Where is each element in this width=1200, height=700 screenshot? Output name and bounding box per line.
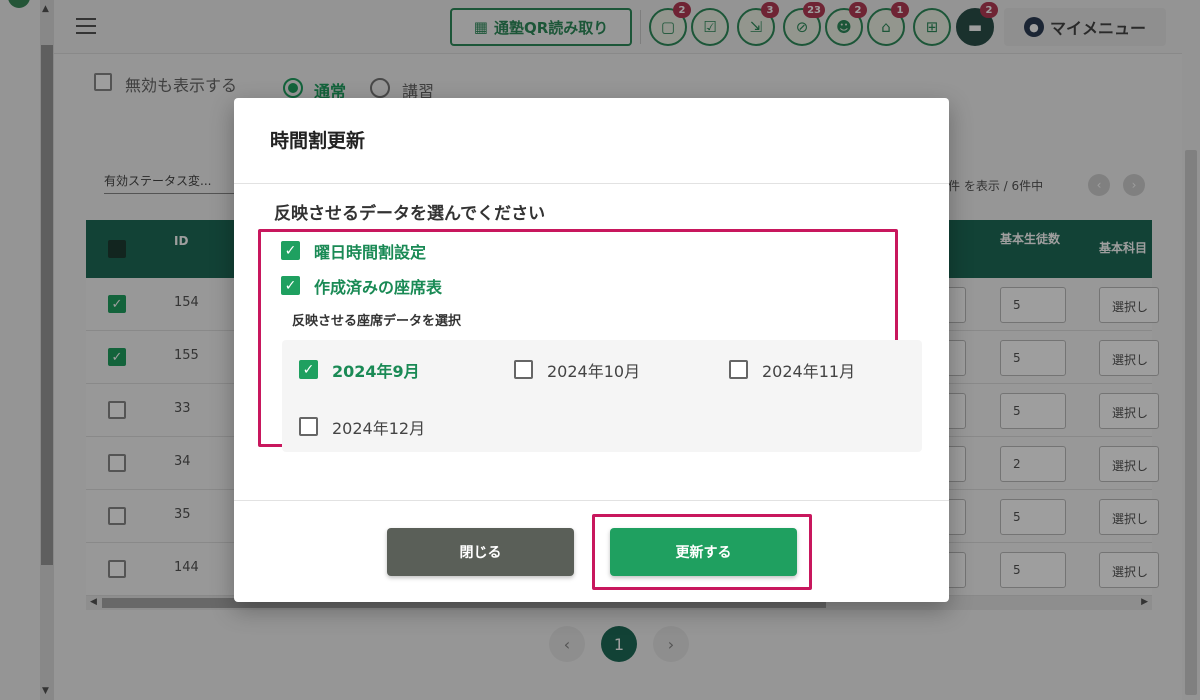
month-label-2024-11: 2024年11月: [762, 362, 856, 381]
month-checkbox-2024-12[interactable]: [299, 417, 318, 436]
weekly-timetable-label: 曜日時間割設定: [314, 243, 427, 262]
seat-data-select-label: 反映させる座席データを選択: [292, 314, 462, 329]
dialog-subtitle: 反映させるデータを選んでください: [274, 204, 546, 224]
month-selection-panel: ✓ 2024年9月 2024年10月 2024年11月 2024年12月: [282, 340, 922, 452]
seating-chart-checkbox[interactable]: ✓: [281, 276, 300, 295]
month-label-2024-10: 2024年10月: [547, 362, 641, 381]
month-label-2024-12: 2024年12月: [332, 419, 426, 438]
timetable-update-dialog: 時間割更新 反映させるデータを選んでください ✓ 曜日時間割設定 ✓ 作成済みの…: [234, 98, 949, 602]
seating-chart-label: 作成済みの座席表: [314, 278, 443, 297]
dialog-header-divider: [234, 183, 949, 184]
month-checkbox-2024-09[interactable]: ✓: [299, 360, 318, 379]
month-checkbox-2024-11[interactable]: [729, 360, 748, 379]
month-checkbox-2024-10[interactable]: [514, 360, 533, 379]
dialog-title: 時間割更新: [270, 130, 366, 152]
update-button[interactable]: 更新する: [610, 528, 797, 576]
close-button[interactable]: 閉じる: [387, 528, 574, 576]
weekly-timetable-checkbox[interactable]: ✓: [281, 241, 300, 260]
month-label-2024-09: 2024年9月: [332, 362, 420, 381]
dialog-footer-divider: [234, 500, 949, 501]
